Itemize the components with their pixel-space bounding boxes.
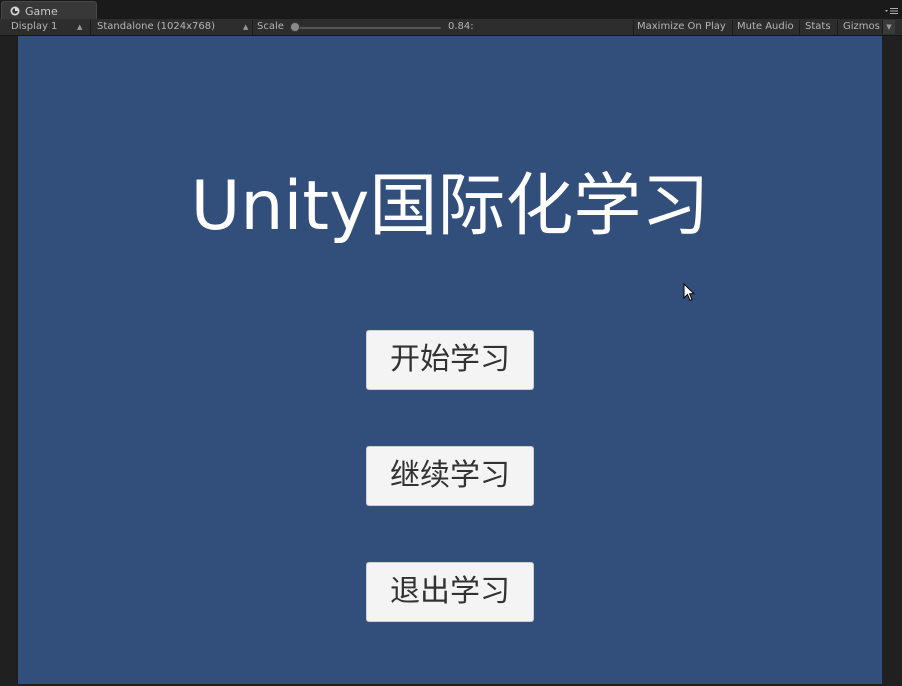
toolbar-divider [90,20,91,35]
mute-audio-toggle[interactable]: Mute Audio [737,19,794,35]
toolbar-divider [633,20,634,35]
display-dropdown[interactable]: Display 1 [11,19,57,35]
toolbar-divider [252,20,253,35]
tab-label: Game [25,5,58,18]
display-dropdown-arrow-icon[interactable]: ▲︎ [77,19,82,35]
unity-game-window: Game Display 1 ▲︎ Standalone (1024x768) … [0,0,902,686]
toolbar-divider [837,20,838,35]
maximize-on-play-toggle[interactable]: Maximize On Play [637,19,726,35]
scale-label: Scale [257,21,284,32]
toolbar-divider [799,20,800,35]
tab-strip: Game [0,0,902,19]
scale-value: 0.84: [448,21,474,32]
game-title: Unity国际化学习 [190,167,710,246]
unity-logo-icon [10,6,20,16]
scale-slider-track[interactable] [292,27,441,29]
tab-game[interactable]: Game [1,1,97,19]
tab-menu-icon[interactable] [885,7,899,15]
game-toolbar: Display 1 ▲︎ Standalone (1024x768) ▲︎ Sc… [0,19,902,36]
gizmos-toggle[interactable]: Gizmos [843,19,880,35]
resolution-dropdown[interactable]: Standalone (1024x768) [97,19,215,35]
gizmos-dropdown-arrow-icon[interactable]: ▼︎ [882,20,895,34]
continue-learning-button[interactable]: 继续学习 [366,446,534,506]
start-learning-button[interactable]: 开始学习 [366,330,534,390]
scale-slider-thumb[interactable] [290,22,300,32]
toolbar-divider [732,20,733,35]
game-view[interactable]: Unity国际化学习 开始学习 继续学习 退出学习 [18,36,882,684]
mouse-cursor-icon [683,283,695,302]
stats-toggle[interactable]: Stats [805,19,831,35]
resolution-dropdown-arrow-icon[interactable]: ▲︎ [243,19,248,35]
exit-learning-button[interactable]: 退出学习 [366,562,534,622]
